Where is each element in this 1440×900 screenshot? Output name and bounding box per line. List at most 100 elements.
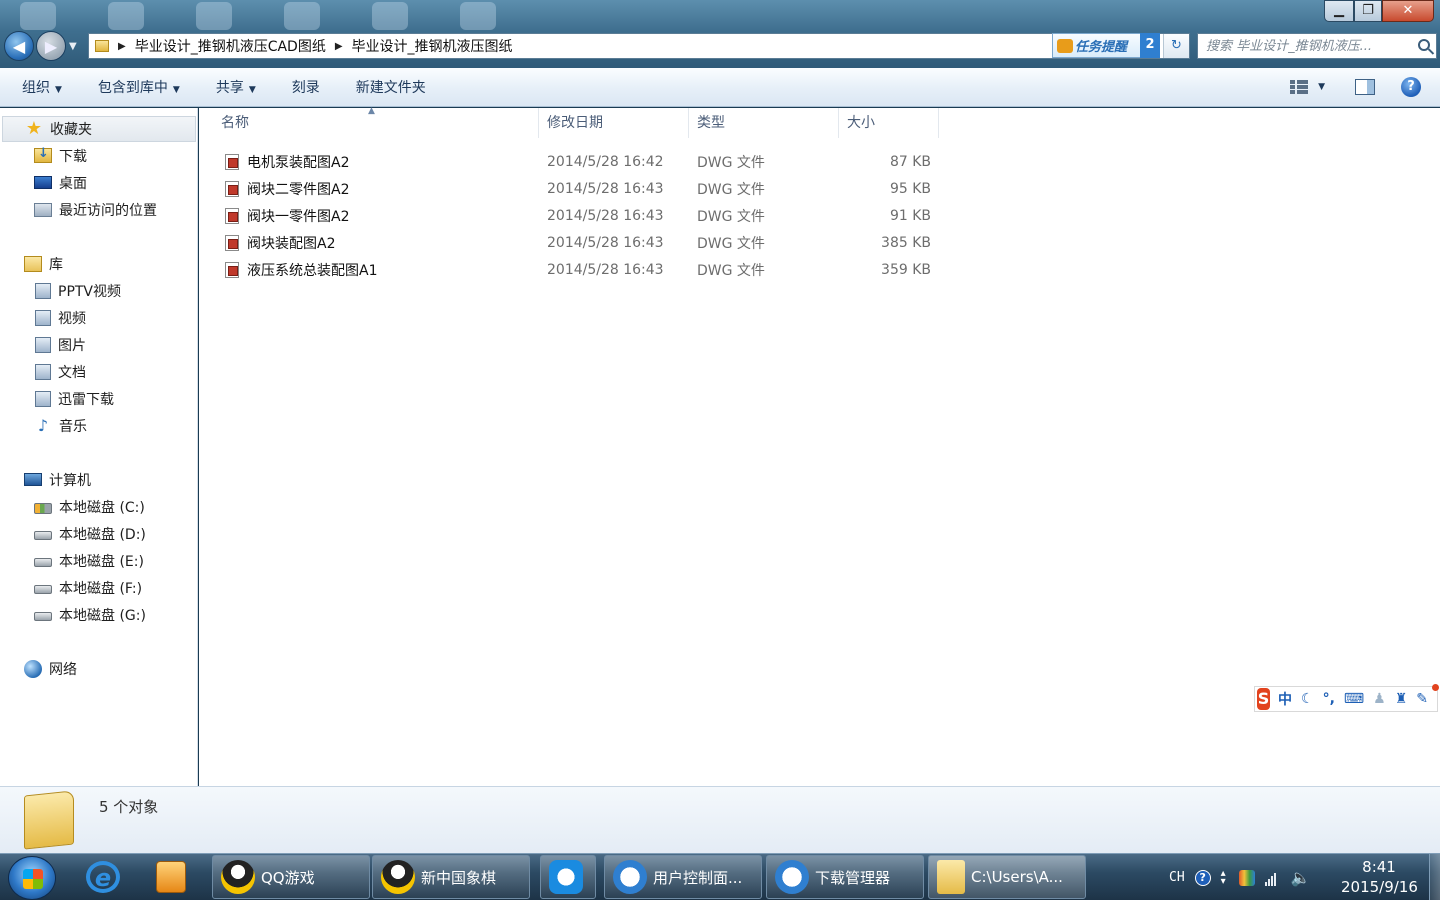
sidebar-item-pictures[interactable]: 图片 <box>0 331 197 358</box>
sidebar-item-thunder-downloads[interactable]: 迅雷下载 <box>0 385 197 412</box>
sidebar-item-drive-g[interactable]: 本地磁盘 (G:) <box>0 601 197 628</box>
dwg-file-icon <box>225 207 239 224</box>
sidebar-item-drive-d[interactable]: 本地磁盘 (D:) <box>0 520 197 547</box>
new-folder-button[interactable]: 新建文件夹 <box>334 77 426 97</box>
start-button[interactable] <box>8 856 56 900</box>
file-row[interactable]: 液压系统总装配图A1 2014/5/28 16:43 DWG 文件 359 KB <box>213 256 931 283</box>
title-bar: ▁ ❐ ✕ ◀ ▶ ▼ ▶ 毕业设计_推钢机液压CAD图纸 ▶ 毕业设计_推钢机… <box>0 0 1440 68</box>
search-box[interactable] <box>1197 33 1437 59</box>
skin-shirt-icon[interactable]: ♜ <box>1395 691 1408 707</box>
file-name: 电机泵装配图A2 <box>247 154 350 171</box>
sidebar-item-label: 桌面 <box>59 175 87 192</box>
chevron-down-icon: ▼ <box>248 85 256 95</box>
preview-pane-icon[interactable] <box>1355 79 1375 95</box>
sidebar-item-pptv-video[interactable]: PPTV视频 <box>0 277 197 304</box>
sidebar-item-network[interactable]: 网络 <box>0 655 197 682</box>
action-center-flag-icon[interactable] <box>1238 869 1255 886</box>
wrench-settings-icon[interactable]: ✎ <box>1416 691 1428 707</box>
include-in-library-label: 包含到库中 <box>97 80 168 96</box>
sidebar-item-recent-places[interactable]: 最近访问的位置 <box>0 196 197 223</box>
view-dropdown-icon[interactable]: ▼ <box>1318 82 1325 92</box>
show-desktop-button[interactable] <box>1429 854 1440 900</box>
address-bar[interactable]: ▶ 毕业设计_推钢机液压CAD图纸 ▶ 毕业设计_推钢机液压图纸 任务提醒 2 … <box>88 33 1190 59</box>
view-options-icon[interactable] <box>1290 80 1309 94</box>
sidebar-item-downloads[interactable]: 下载 <box>0 142 197 169</box>
volume-icon[interactable]: 🔈 <box>1291 869 1311 886</box>
media-player-pinned[interactable] <box>142 857 200 897</box>
breadcrumb-chevron-icon[interactable]: ▶ <box>118 41 126 52</box>
ime-toolbar[interactable]: S 中 ☾ °, ⌨ ♟ ♜ ✎ <box>1254 684 1439 712</box>
column-header-name[interactable]: ▲ 名称 <box>213 106 539 138</box>
maximize-button[interactable]: ❐ <box>1354 0 1382 22</box>
minimize-button[interactable]: ▁ <box>1324 0 1354 22</box>
search-icon[interactable] <box>1418 39 1430 51</box>
language-indicator[interactable]: CH <box>1169 870 1185 885</box>
taskbar-item-cloud[interactable] <box>540 855 596 899</box>
refresh-button[interactable]: ↻ <box>1163 34 1189 58</box>
punctuation-icon[interactable]: °, <box>1323 691 1335 707</box>
help-tray-icon[interactable]: ? <box>1194 869 1211 886</box>
burn-button[interactable]: 刻录 <box>270 77 320 97</box>
sidebar-item-label: PPTV视频 <box>58 283 122 300</box>
sidebar-item-libraries[interactable]: 库 <box>0 250 197 277</box>
breadcrumb-item[interactable]: 毕业设计_推钢机液压图纸 <box>352 36 513 56</box>
half-width-moon-icon[interactable]: ☾ <box>1301 691 1314 707</box>
clock[interactable]: 8:41 2015/9/16 <box>1341 857 1418 897</box>
breadcrumb-item[interactable]: 毕业设计_推钢机液压CAD图纸 <box>135 36 326 56</box>
system-drive-icon <box>34 502 52 514</box>
sidebar-item-label: 库 <box>49 256 63 273</box>
forward-button[interactable]: ▶ <box>36 31 66 61</box>
taskbar-item-qq-games[interactable]: QQ游戏 <box>212 855 370 899</box>
user-icon[interactable]: ♟ <box>1373 691 1386 707</box>
file-date: 2014/5/28 16:43 <box>547 234 664 251</box>
taskbar-item-explorer[interactable]: C:\Users\A... <box>928 855 1086 899</box>
sidebar-item-drive-f[interactable]: 本地磁盘 (F:) <box>0 574 197 601</box>
file-row[interactable]: 电机泵装配图A2 2014/5/28 16:42 DWG 文件 87 KB <box>213 148 931 175</box>
sidebar-item-videos[interactable]: 视频 <box>0 304 197 331</box>
sidebar-item-label: 本地磁盘 (E:) <box>59 553 144 570</box>
ime-chinese-mode[interactable]: 中 <box>1278 689 1292 709</box>
file-size: 87 KB <box>889 153 931 170</box>
task-reminder-button[interactable]: 任务提醒 2 <box>1052 33 1160 58</box>
qq-penguin-icon <box>381 860 415 894</box>
network-signal-icon[interactable] <box>1264 870 1281 886</box>
taskbar-item-download-manager[interactable]: 下载管理器 <box>766 855 924 899</box>
breadcrumb-chevron-icon[interactable]: ▶ <box>335 41 343 52</box>
share-menu[interactable]: 共享 ▼ <box>194 77 256 97</box>
show-hidden-icons-icon[interactable]: ▴ ▾ <box>1221 868 1229 886</box>
sidebar-item-desktop[interactable]: 桌面 <box>0 169 197 196</box>
organize-menu[interactable]: 组织 ▼ <box>0 77 62 97</box>
internet-explorer-pinned[interactable]: e <box>74 857 132 897</box>
column-header-date[interactable]: 修改日期 <box>539 108 689 138</box>
file-row[interactable]: 阀块二零件图A2 2014/5/28 16:43 DWG 文件 95 KB <box>213 175 931 202</box>
column-header-type[interactable]: 类型 <box>689 108 839 138</box>
file-size: 95 KB <box>889 180 931 197</box>
sidebar-item-music[interactable]: ♪ 音乐 <box>0 412 197 439</box>
keyboard-icon[interactable]: ⌨ <box>1344 691 1364 707</box>
sogou-ime-logo-icon[interactable]: S <box>1257 688 1271 710</box>
column-header-size[interactable]: 大小 <box>839 108 939 138</box>
sidebar-item-drive-c[interactable]: 本地磁盘 (C:) <box>0 493 197 520</box>
file-row[interactable]: 阀块装配图A2 2014/5/28 16:43 DWG 文件 385 KB <box>213 229 931 256</box>
search-input[interactable] <box>1198 34 1408 58</box>
cloud-app-icon <box>549 860 583 894</box>
sidebar-item-computer[interactable]: 计算机 <box>0 466 197 493</box>
taskbar-item-control-panel[interactable]: 用户控制面... <box>604 855 762 899</box>
close-button[interactable]: ✕ <box>1382 0 1434 22</box>
taskbar-item-label: C:\Users\A... <box>971 868 1063 886</box>
help-icon[interactable]: ? <box>1401 77 1421 97</box>
sidebar-item-favorites[interactable]: ★ 收藏夹 <box>2 116 196 142</box>
taskbar-item-chinese-chess[interactable]: 新中国象棋 <box>372 855 530 899</box>
qq-penguin-icon <box>221 860 255 894</box>
sidebar-item-drive-e[interactable]: 本地磁盘 (E:) <box>0 547 197 574</box>
recent-pages-dropdown[interactable]: ▼ <box>69 41 77 52</box>
include-in-library-menu[interactable]: 包含到库中 ▼ <box>76 77 180 97</box>
video-library-icon <box>35 309 51 326</box>
sidebar-item-documents[interactable]: 文档 <box>0 358 197 385</box>
sidebar-item-label: 音乐 <box>59 418 87 435</box>
dwg-file-icon <box>225 261 239 278</box>
back-button[interactable]: ◀ <box>4 31 34 61</box>
file-row[interactable]: 阀块一零件图A2 2014/5/28 16:43 DWG 文件 91 KB <box>213 202 931 229</box>
file-name: 阀块一零件图A2 <box>247 208 350 225</box>
file-type: DWG 文件 <box>697 208 765 225</box>
